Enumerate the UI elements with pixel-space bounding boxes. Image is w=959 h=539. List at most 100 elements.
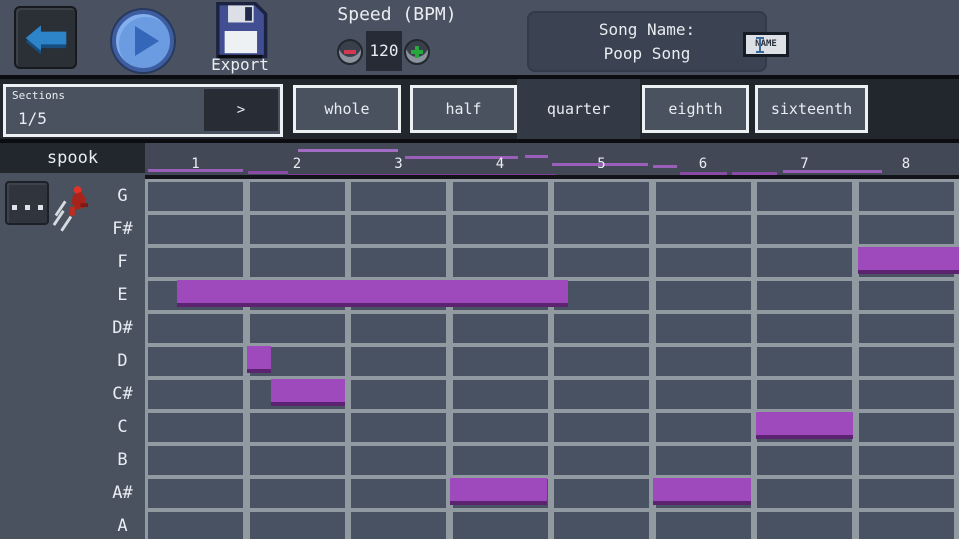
- grid-cell[interactable]: [351, 479, 446, 508]
- grid-cell[interactable]: [656, 182, 751, 211]
- grid-cell[interactable]: [656, 347, 751, 376]
- grid-cell[interactable]: [148, 248, 243, 277]
- note-C[interactable]: [756, 412, 853, 439]
- back-button[interactable]: [14, 6, 77, 69]
- grid-cell[interactable]: [351, 215, 446, 244]
- grid-cell[interactable]: [757, 512, 852, 539]
- grid-cell[interactable]: [656, 512, 751, 539]
- grid-cell[interactable]: [250, 314, 345, 343]
- grid-cell[interactable]: [351, 182, 446, 211]
- more-options-button[interactable]: [5, 181, 49, 225]
- note-C#[interactable]: [296, 379, 345, 406]
- grid-cell[interactable]: [148, 215, 243, 244]
- grid-cell[interactable]: [656, 380, 751, 409]
- grid-cell[interactable]: [351, 248, 446, 277]
- grid-cell[interactable]: [351, 413, 446, 442]
- grid-cell[interactable]: [148, 182, 243, 211]
- grid-cell[interactable]: [250, 413, 345, 442]
- grid-cell[interactable]: [250, 248, 345, 277]
- grid-cell[interactable]: [554, 446, 649, 475]
- grid-cell[interactable]: [250, 479, 345, 508]
- grid-cell[interactable]: [148, 512, 243, 539]
- duration-button-quarter[interactable]: quarter: [517, 79, 640, 139]
- note-E[interactable]: [177, 280, 568, 307]
- grid-cell[interactable]: [351, 512, 446, 539]
- grid-cell[interactable]: [250, 215, 345, 244]
- play-button[interactable]: [112, 10, 174, 72]
- grid-cell[interactable]: [453, 182, 548, 211]
- grid-cell[interactable]: [148, 446, 243, 475]
- note-F[interactable]: [858, 247, 959, 274]
- note-A#[interactable]: [450, 478, 547, 505]
- grid-cell[interactable]: [656, 248, 751, 277]
- grid-cell[interactable]: [554, 347, 649, 376]
- grid-cell[interactable]: [859, 281, 954, 310]
- grid-cell[interactable]: [859, 314, 954, 343]
- grid-cell[interactable]: [453, 248, 548, 277]
- grid-cell[interactable]: [859, 380, 954, 409]
- grid-cell[interactable]: [859, 215, 954, 244]
- grid-cell[interactable]: [554, 215, 649, 244]
- grid-cell[interactable]: [757, 314, 852, 343]
- grid-cell[interactable]: [453, 314, 548, 343]
- grid-cell[interactable]: [757, 347, 852, 376]
- grid-cell[interactable]: [859, 479, 954, 508]
- grid-cell[interactable]: [250, 182, 345, 211]
- grid-cell[interactable]: [859, 182, 954, 211]
- grid-cell[interactable]: [757, 479, 852, 508]
- grid-cell[interactable]: [148, 380, 243, 409]
- grid-cell[interactable]: [148, 479, 243, 508]
- track-instrument-sprite-icon[interactable]: [52, 183, 90, 233]
- grid-cell[interactable]: [453, 512, 548, 539]
- grid-cell[interactable]: [453, 413, 548, 442]
- grid-cell[interactable]: [656, 314, 751, 343]
- grid-cell[interactable]: [351, 446, 446, 475]
- grid-cell[interactable]: [554, 281, 649, 310]
- grid-cell[interactable]: [554, 479, 649, 508]
- grid-cell[interactable]: [757, 446, 852, 475]
- grid-cell[interactable]: [757, 182, 852, 211]
- grid-cell[interactable]: [554, 248, 649, 277]
- grid-cell[interactable]: [554, 182, 649, 211]
- grid-cell[interactable]: [656, 413, 751, 442]
- grid-cell[interactable]: [250, 446, 345, 475]
- grid-cell[interactable]: [859, 512, 954, 539]
- grid-cell[interactable]: [859, 413, 954, 442]
- grid-cell[interactable]: [453, 446, 548, 475]
- speed-decrease-button[interactable]: [337, 39, 363, 65]
- grid-cell[interactable]: [554, 512, 649, 539]
- grid-cell[interactable]: [148, 347, 243, 376]
- grid-cell[interactable]: [656, 446, 751, 475]
- grid-cell[interactable]: [351, 314, 446, 343]
- duration-button-eighth[interactable]: eighth: [642, 85, 749, 133]
- next-section-button[interactable]: >: [204, 89, 278, 131]
- grid-cell[interactable]: [554, 314, 649, 343]
- grid-cell[interactable]: [453, 347, 548, 376]
- grid-cell[interactable]: [859, 446, 954, 475]
- grid-cell[interactable]: [351, 380, 446, 409]
- note-D[interactable]: [247, 346, 271, 373]
- duration-button-sixteenth[interactable]: sixteenth: [755, 85, 868, 133]
- rename-song-button[interactable]: NAME: [743, 32, 789, 57]
- grid-cell[interactable]: [757, 380, 852, 409]
- grid-cell[interactable]: [554, 413, 649, 442]
- export-button[interactable]: Export: [203, 2, 277, 76]
- duration-button-half[interactable]: half: [410, 85, 517, 133]
- note-A#[interactable]: [653, 478, 751, 505]
- duration-button-whole[interactable]: whole: [293, 85, 401, 133]
- note-C#[interactable]: [271, 379, 296, 406]
- grid-cell[interactable]: [656, 215, 751, 244]
- grid-cell[interactable]: [250, 512, 345, 539]
- grid-cell[interactable]: [757, 281, 852, 310]
- grid-cell[interactable]: [148, 314, 243, 343]
- grid-cell[interactable]: [554, 380, 649, 409]
- track-tab-spook[interactable]: spook: [0, 143, 145, 175]
- grid-cell[interactable]: [453, 215, 548, 244]
- timeline-strip[interactable]: 12345678: [145, 143, 959, 175]
- grid-cell[interactable]: [859, 347, 954, 376]
- grid-cell[interactable]: [351, 347, 446, 376]
- grid-cell[interactable]: [757, 215, 852, 244]
- grid-cell[interactable]: [453, 380, 548, 409]
- speed-increase-button[interactable]: [404, 39, 430, 65]
- grid-cell[interactable]: [757, 248, 852, 277]
